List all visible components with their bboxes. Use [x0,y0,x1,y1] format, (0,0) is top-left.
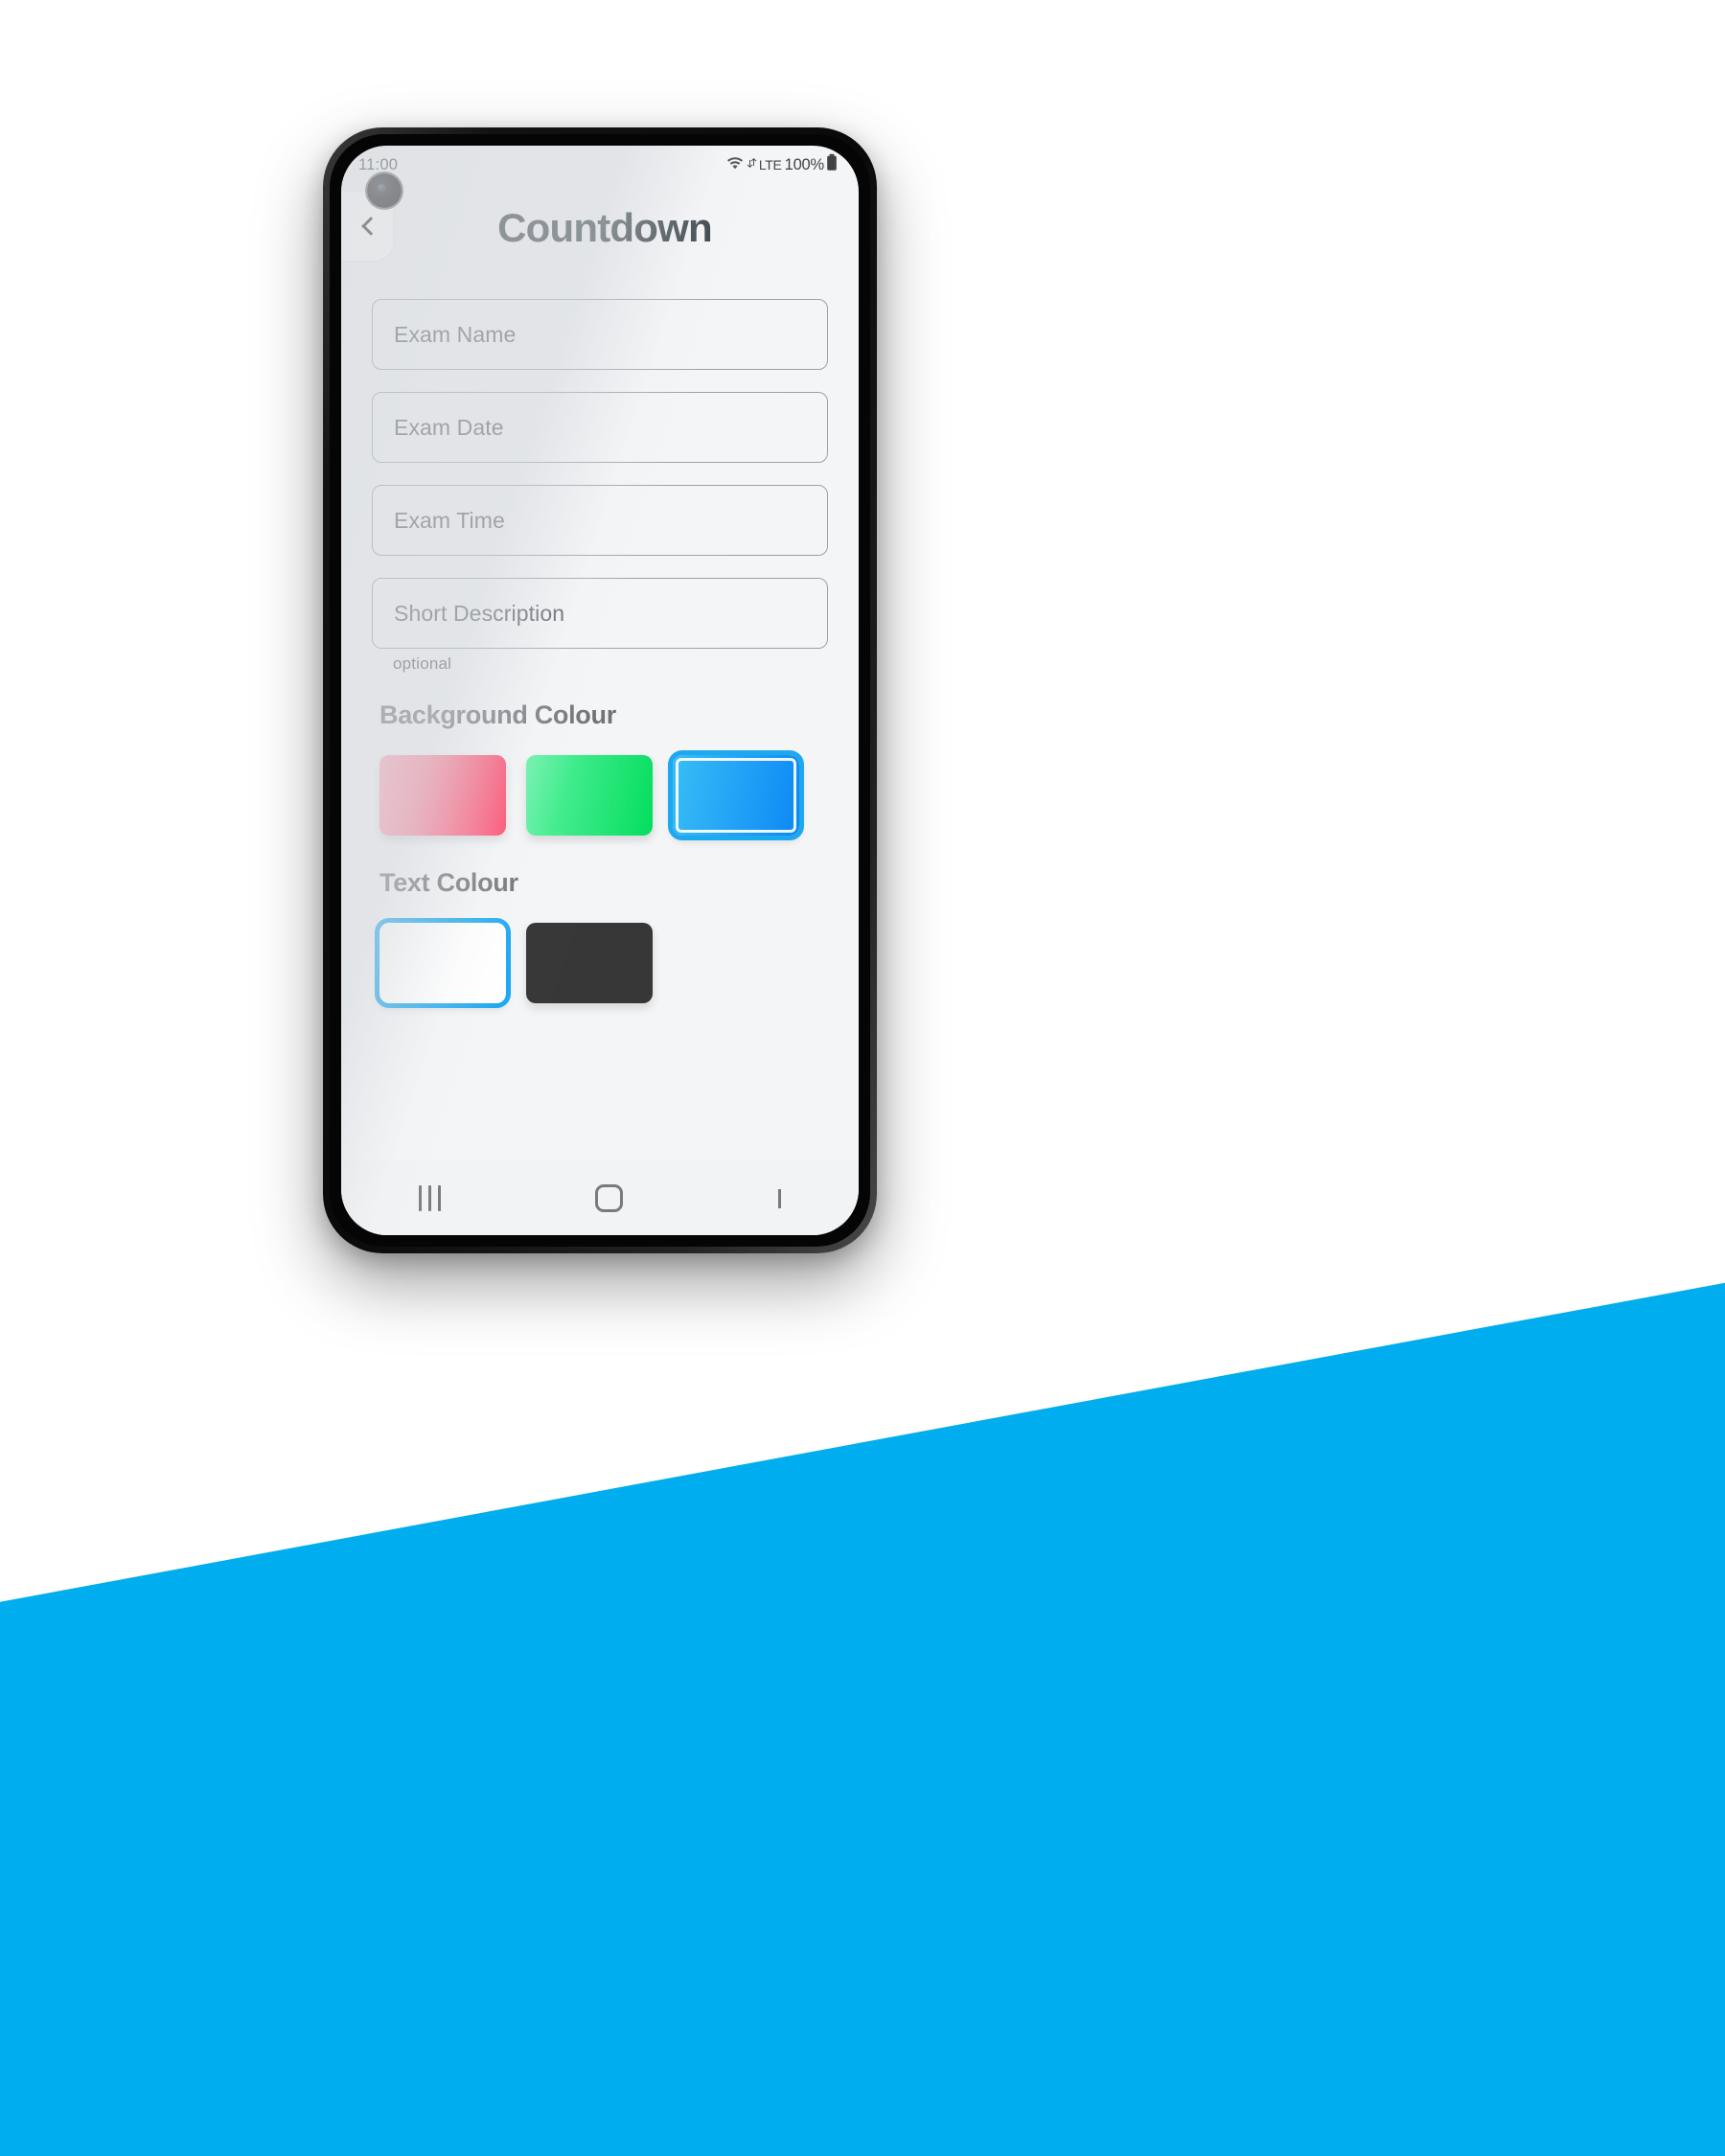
status-bar: 11:00 LTE 100% [341,146,859,184]
exam-time-input[interactable]: Exam Time [372,485,828,556]
text-colour-swatch-white[interactable] [375,918,511,1008]
short-description-input[interactable]: Short Description [372,578,828,649]
battery-percent-label: 100% [784,155,825,173]
front-camera-punch-hole [367,173,402,208]
recents-icon[interactable] [418,1184,441,1211]
background-colour-heading: Background Colour [380,700,616,729]
countdown-form: Exam Name Exam Date Exam Time Short Desc… [341,272,859,1008]
background-colour-swatch-blue[interactable] [668,750,804,840]
exam-name-input[interactable]: Exam Name [372,299,828,370]
text-colour-heading: Text Colour [380,868,518,897]
wifi-icon [725,154,745,175]
short-description-placeholder: Short Description [394,600,565,626]
exam-date-placeholder: Exam Date [394,414,504,440]
background-colour-swatch-row [380,750,828,840]
chevron-left-icon [778,1189,782,1208]
text-colour-swatch-row [375,918,828,1008]
exam-date-input[interactable]: Exam Date [372,392,828,463]
exam-time-placeholder: Exam Time [394,507,505,533]
chevron-left-icon [361,217,380,236]
network-type-label: LTE [758,157,782,172]
nav-back-button[interactable] [778,1189,782,1208]
page-title: Countdown [497,205,713,250]
battery-full-icon [826,153,838,176]
android-navigation-bar [341,1160,859,1235]
status-time: 11:00 [358,155,399,173]
background-colour-swatch-pink[interactable] [380,755,506,836]
background-colour-swatch-green[interactable] [526,755,653,836]
app-header: Countdown [341,184,859,272]
status-indicators: LTE 100% [725,153,838,176]
text-colour-swatch-dark[interactable] [526,923,653,1003]
exam-name-placeholder: Exam Name [394,321,517,347]
home-square-icon[interactable] [595,1183,624,1212]
optional-helper-text: optional [393,654,452,673]
phone-screen: 11:00 LTE 100% Countdown Exam Name Exam … [341,146,859,1235]
data-arrows-icon [747,156,757,174]
